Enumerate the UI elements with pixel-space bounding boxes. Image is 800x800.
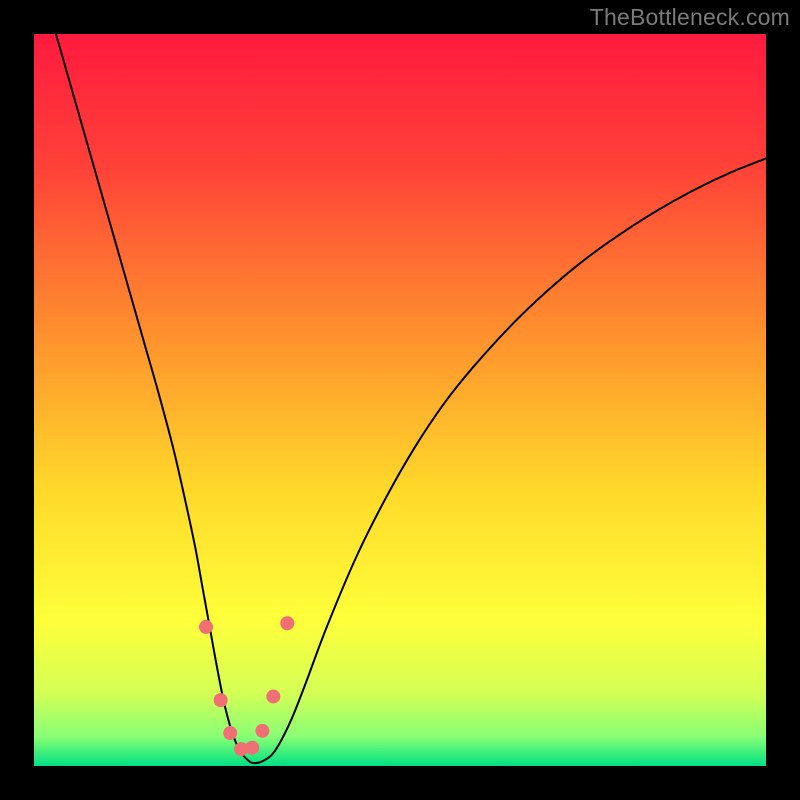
chart-frame: TheBottleneck.com — [0, 0, 800, 800]
highlight-marker — [214, 693, 228, 707]
watermark-text: TheBottleneck.com — [590, 4, 790, 31]
highlight-marker — [199, 620, 213, 634]
highlight-marker — [245, 741, 259, 755]
highlight-marker — [266, 689, 280, 703]
highlight-marker — [255, 724, 269, 738]
chart-background — [34, 34, 766, 766]
highlight-marker — [223, 726, 237, 740]
chart-plot-area — [34, 34, 766, 766]
chart-svg — [34, 34, 766, 766]
highlight-marker — [280, 616, 294, 630]
